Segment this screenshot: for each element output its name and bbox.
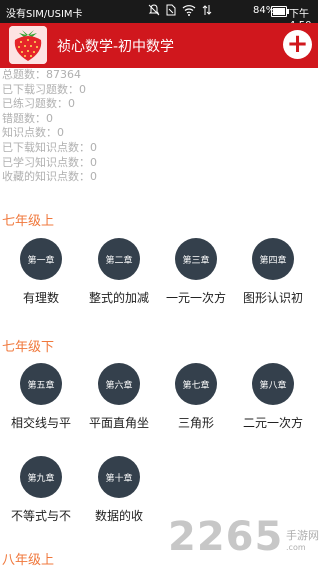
- chapter-8[interactable]: 第八章 二元一次方: [234, 363, 312, 431]
- stat-downloaded-knowledge: 已下载知识点数：0: [2, 140, 97, 154]
- chapter-badge: 第二章: [98, 238, 140, 280]
- chapter-7[interactable]: 第七章 三角形: [157, 363, 235, 431]
- watermark-site: 手游网: [286, 529, 319, 542]
- stat-wrong-questions: 错题数：0: [2, 111, 53, 125]
- site-watermark: 2265 手游网 .com: [168, 514, 319, 560]
- chapter-6[interactable]: 第六章 平面直角坐: [80, 363, 158, 431]
- app-logo: [9, 26, 47, 64]
- chapter-name: 平面直角坐: [88, 416, 149, 430]
- stat-knowledge-points: 知识点数：0: [2, 126, 64, 140]
- stat-total-questions: 总题数：87364: [2, 68, 81, 81]
- chapter-name: 整式的加减: [88, 291, 149, 305]
- silent-bell-icon: [148, 4, 160, 16]
- chapter-name: 数据的收: [94, 509, 143, 523]
- chapter-badge: 第八章: [252, 363, 294, 405]
- status-bar: 没有SIM/USIM卡 84% 下午4:50: [0, 0, 318, 31]
- watermark-number: 2265: [168, 514, 284, 560]
- wifi-icon: [182, 5, 196, 16]
- stat-downloaded-questions: 已下载习题数：0: [2, 82, 86, 96]
- chapter-name: 图形认识初: [242, 291, 303, 305]
- strawberry-icon: [9, 26, 47, 64]
- status-icons: [148, 4, 212, 16]
- chapter-name: 不等式与不: [10, 509, 71, 523]
- battery-icon: [271, 6, 289, 17]
- chapter-badge: 第三章: [175, 238, 217, 280]
- section-title-grade8-first: 八年级上: [2, 553, 55, 568]
- watermark-domain: .com: [286, 543, 306, 552]
- chapter-9[interactable]: 第九章 不等式与不: [2, 456, 80, 524]
- chapter-2[interactable]: 第二章 整式的加减: [80, 238, 158, 306]
- stat-favorite-knowledge: 收藏的知识点数：0: [2, 170, 97, 184]
- chapter-badge: 第七章: [175, 363, 217, 405]
- chapter-badge: 第一章: [20, 238, 62, 280]
- section-title-grade7-second: 七年级下: [2, 340, 55, 355]
- chapter-1[interactable]: 第一章 有理数: [2, 238, 80, 306]
- stat-practiced-questions: 已练习题数：0: [2, 97, 75, 111]
- chapter-3[interactable]: 第三章 一元一次方: [157, 238, 235, 306]
- chapter-badge: 第五章: [20, 363, 62, 405]
- chapter-5[interactable]: 第五章 相交线与平: [2, 363, 80, 431]
- stat-learned-knowledge: 已学习知识点数：0: [2, 155, 97, 169]
- chapter-4[interactable]: 第四章 图形认识初: [234, 238, 312, 306]
- chapter-name: 有理数: [22, 291, 59, 305]
- carrier-text: 没有SIM/USIM卡: [6, 9, 83, 20]
- chapter-badge: 第九章: [20, 456, 62, 498]
- chapter-name: 一元一次方: [165, 291, 226, 305]
- chapter-name: 三角形: [177, 416, 214, 430]
- sim-icon: [166, 4, 176, 16]
- chapter-badge: 第四章: [252, 238, 294, 280]
- section-title-grade7-first: 七年级上: [2, 214, 55, 229]
- add-button[interactable]: +: [283, 28, 312, 59]
- chapter-name: 相交线与平: [10, 416, 71, 430]
- chapter-name: 二元一次方: [242, 416, 303, 430]
- data-transfer-icon: [202, 5, 212, 15]
- plus-icon: +: [286, 28, 309, 59]
- page-title: 祯心数学-初中数学: [57, 39, 175, 55]
- chapter-badge: 第十章: [98, 456, 140, 498]
- chapter-badge: 第六章: [98, 363, 140, 405]
- stats-panel: 总题数：87364 已下载习题数：0 已练习题数：0 错题数：0 知识点数：0 …: [2, 68, 97, 185]
- chapter-10[interactable]: 第十章 数据的收: [80, 456, 158, 524]
